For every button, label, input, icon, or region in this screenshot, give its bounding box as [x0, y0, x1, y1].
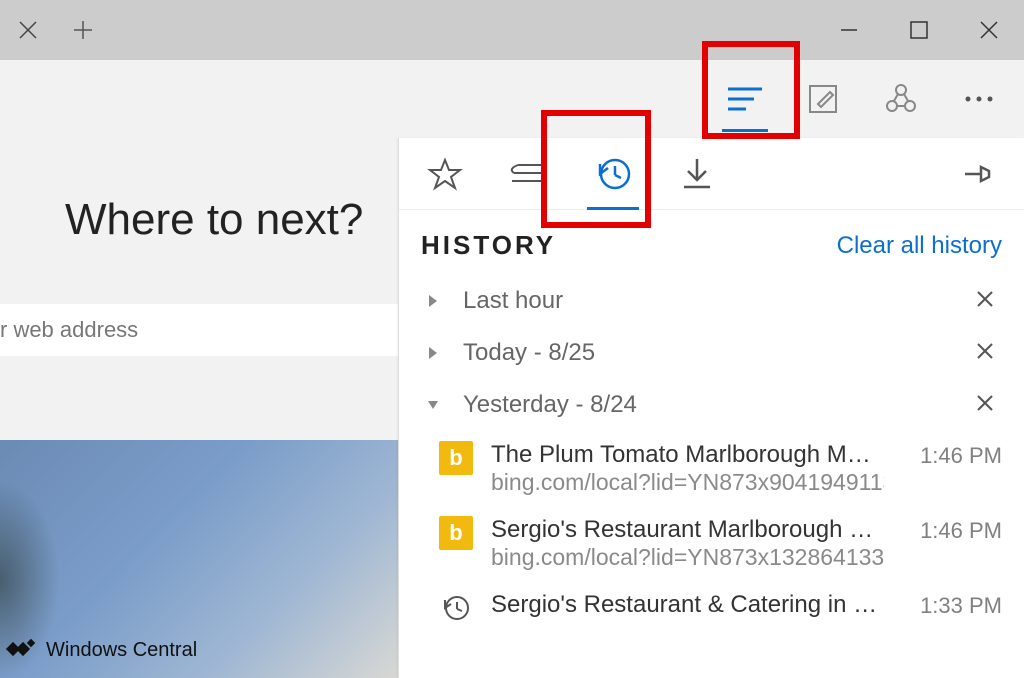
hub-tabs: [399, 138, 1024, 210]
new-tab-button[interactable]: [55, 0, 110, 60]
window-close-button[interactable]: [954, 0, 1024, 60]
news-feed-image[interactable]: Windows Central: [0, 440, 398, 678]
bing-icon: b: [439, 441, 473, 475]
hub-icon: [728, 86, 762, 112]
history-group-last-hour[interactable]: Last hour: [399, 275, 1024, 327]
bing-icon: b: [439, 516, 473, 550]
address-bar[interactable]: [0, 304, 398, 356]
entry-time: 1:33 PM: [902, 591, 1002, 619]
history-entry[interactable]: Sergio's Restaurant & Catering in Marlbo…: [399, 581, 1024, 635]
entry-url: bing.com/local?lid=YN873x90419491138C: [491, 469, 884, 496]
favorites-tab[interactable]: [421, 150, 469, 198]
downloads-tab[interactable]: [673, 150, 721, 198]
chevron-right-icon: [421, 293, 445, 309]
entry-time: 1:46 PM: [902, 516, 1002, 544]
pin-icon: [961, 159, 995, 189]
chevron-down-icon: [421, 399, 445, 411]
history-entry[interactable]: b The Plum Tomato Marlborough MA - Bing …: [399, 431, 1024, 506]
more-button[interactable]: [954, 74, 1004, 124]
clear-history-link[interactable]: Clear all history: [837, 232, 1002, 260]
page-heading: Where to next?: [65, 195, 363, 245]
group-label: Yesterday - 8/24: [463, 391, 637, 419]
group-label: Today - 8/25: [463, 339, 595, 367]
group-label: Last hour: [463, 287, 563, 315]
pin-hub-button[interactable]: [954, 150, 1002, 198]
window-minimize-button[interactable]: [814, 0, 884, 60]
hub-button[interactable]: [720, 74, 770, 124]
entry-url: bing.com/local?lid=YN873x132864133&id: [491, 544, 884, 571]
entry-title: The Plum Tomato Marlborough MA - Bing: [491, 441, 884, 469]
delete-group-button[interactable]: [968, 339, 1002, 367]
delete-group-button[interactable]: [968, 287, 1002, 315]
web-note-button[interactable]: [798, 74, 848, 124]
history-icon: [595, 156, 631, 192]
hub-panel: HISTORY Clear all history Last hour Toda…: [398, 138, 1024, 678]
history-group-yesterday[interactable]: Yesterday - 8/24: [399, 379, 1024, 431]
share-button[interactable]: [876, 74, 926, 124]
entry-title: Sergio's Restaurant & Catering in Marlbo…: [491, 591, 884, 619]
tab-close-button[interactable]: [0, 0, 55, 60]
hub-title: HISTORY: [421, 230, 556, 261]
window-titlebar: [0, 0, 1024, 60]
window-maximize-button[interactable]: [884, 0, 954, 60]
reading-list-icon: [512, 159, 546, 189]
windows-central-icon: [8, 640, 38, 662]
web-note-icon: [808, 84, 838, 114]
download-icon: [682, 157, 712, 191]
more-icon: [964, 95, 994, 103]
history-group-today[interactable]: Today - 8/25: [399, 327, 1024, 379]
delete-group-button[interactable]: [968, 391, 1002, 419]
history-entry[interactable]: b Sergio's Restaurant Marlborough MA - B…: [399, 506, 1024, 581]
history-icon: [439, 591, 473, 625]
watermark-label: Windows Central: [46, 639, 197, 662]
share-icon: [885, 83, 917, 115]
reading-list-tab[interactable]: [505, 150, 553, 198]
browser-toolbar: [0, 60, 1024, 138]
entry-time: 1:46 PM: [902, 441, 1002, 469]
entry-title: Sergio's Restaurant Marlborough MA - Bir: [491, 516, 884, 544]
history-tab[interactable]: [589, 150, 637, 198]
chevron-right-icon: [421, 345, 445, 361]
watermark: Windows Central: [8, 639, 197, 662]
star-icon: [428, 157, 462, 191]
